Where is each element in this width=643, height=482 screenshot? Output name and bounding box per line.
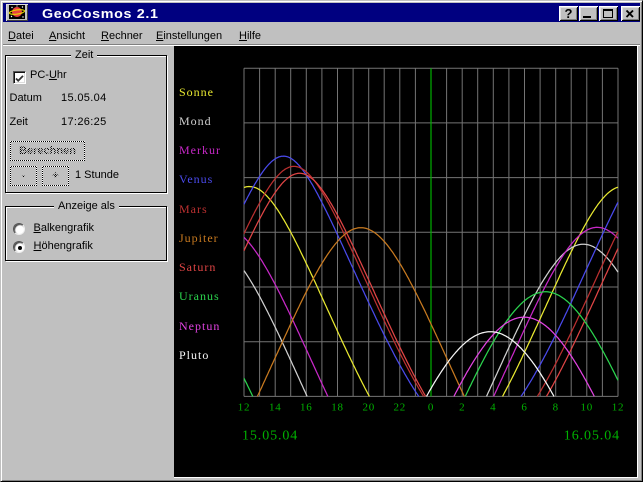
svg-text:0: 0 [428,402,434,414]
svg-text:22: 22 [394,402,407,414]
svg-text:12: 12 [612,402,625,414]
svg-text:16.05.04: 16.05.04 [564,429,620,444]
svg-text:10: 10 [581,402,594,414]
svg-text:6: 6 [521,402,527,414]
svg-text:4: 4 [490,402,496,414]
svg-text:2: 2 [459,402,465,414]
svg-text:15.05.04: 15.05.04 [242,429,298,444]
svg-text:18: 18 [331,402,344,414]
svg-text:16: 16 [300,402,313,414]
svg-text:12: 12 [238,402,251,414]
svg-text:20: 20 [362,402,375,414]
svg-text:14: 14 [269,402,282,414]
svg-text:8: 8 [553,402,559,414]
